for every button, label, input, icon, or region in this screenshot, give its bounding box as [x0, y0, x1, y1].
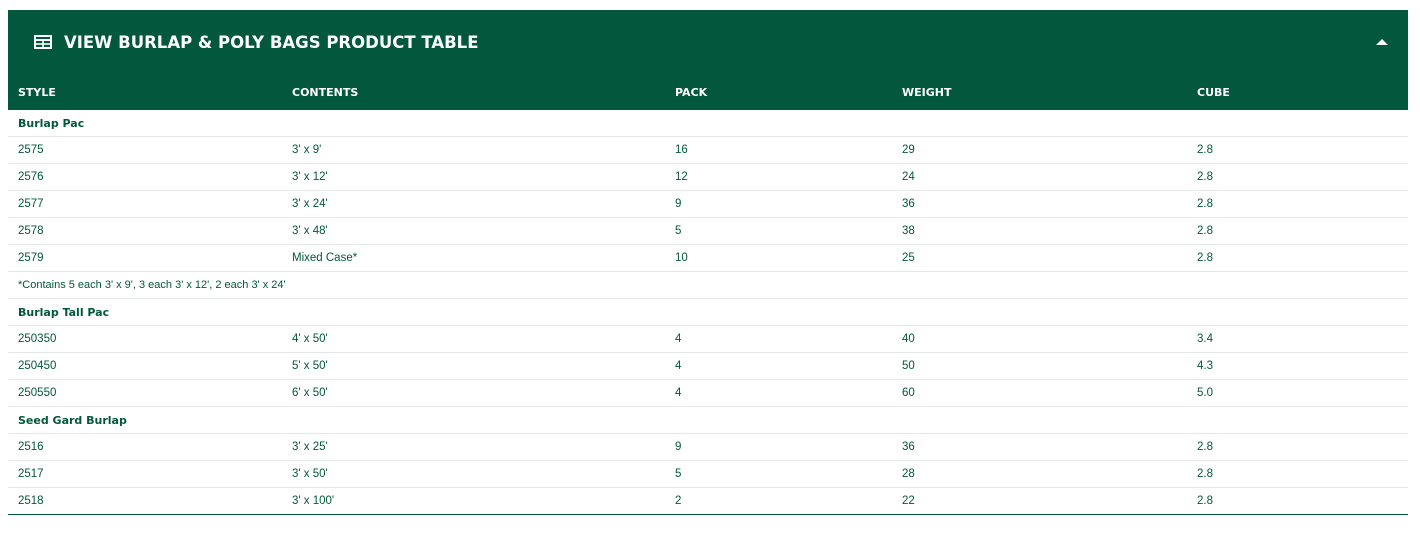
cell-weight: 25 [892, 244, 1187, 272]
cell-style: 250550 [8, 379, 282, 407]
cell-weight: 60 [892, 379, 1187, 407]
group-header-row: Burlap Pac [8, 110, 1408, 137]
cell-contents: 3' x 50' [282, 460, 665, 488]
cell-style: 2576 [8, 163, 282, 191]
cell-contents: Mixed Case* [282, 244, 665, 272]
column-header-cube: CUBE [1197, 85, 1230, 99]
table-row: 2517 3' x 50' 5 28 2.8 [8, 460, 1408, 488]
cell-contents: 3' x 100' [282, 487, 665, 515]
cell-weight: 28 [892, 460, 1187, 488]
footnote-row: *Contains 5 each 3' x 9', 3 each 3' x 12… [8, 271, 1408, 299]
cell-cube: 2.8 [1187, 487, 1408, 515]
table-row: 250350 4' x 50' 4 40 3.4 [8, 325, 1408, 353]
cell-style: 250450 [8, 352, 282, 380]
table-row: 250550 6' x 50' 4 60 5.0 [8, 379, 1408, 407]
group-name: Seed Gard Burlap [8, 406, 1408, 434]
table-header-row: STYLE CONTENTS PACK WEIGHT CUBE [8, 74, 1408, 110]
cell-cube: 5.0 [1187, 379, 1408, 407]
cell-pack: 9 [665, 190, 892, 218]
cell-style: 2517 [8, 460, 282, 488]
cell-pack: 16 [665, 136, 892, 164]
group-header-row: Seed Gard Burlap [8, 406, 1408, 434]
table-icon [34, 35, 52, 49]
cell-weight: 50 [892, 352, 1187, 380]
cell-pack: 4 [665, 352, 892, 380]
column-header-contents: CONTENTS [292, 85, 359, 99]
cell-contents: 3' x 25' [282, 433, 665, 461]
cell-cube: 2.8 [1187, 433, 1408, 461]
group-name: Burlap Tall Pac [8, 298, 1408, 326]
panel-title: VIEW BURLAP & POLY BAGS PRODUCT TABLE [64, 32, 479, 52]
cell-pack: 5 [665, 217, 892, 245]
cell-style: 250350 [8, 325, 282, 353]
table-row: 2516 3' x 25' 9 36 2.8 [8, 433, 1408, 461]
cell-contents: 4' x 50' [282, 325, 665, 353]
cell-weight: 22 [892, 487, 1187, 515]
cell-pack: 2 [665, 487, 892, 515]
cell-style: 2516 [8, 433, 282, 461]
cell-style: 2577 [8, 190, 282, 218]
cell-contents: 3' x 12' [282, 163, 665, 191]
cell-contents: 5' x 50' [282, 352, 665, 380]
product-table-toggle[interactable]: VIEW BURLAP & POLY BAGS PRODUCT TABLE [8, 10, 1408, 74]
cell-pack: 5 [665, 460, 892, 488]
table-row: 2578 3' x 48' 5 38 2.8 [8, 217, 1408, 245]
group-header-row: Burlap Tall Pac [8, 298, 1408, 326]
cell-pack: 4 [665, 379, 892, 407]
table-row: 250450 5' x 50' 4 50 4.3 [8, 352, 1408, 380]
cell-contents: 3' x 24' [282, 190, 665, 218]
cell-weight: 24 [892, 163, 1187, 191]
cell-weight: 40 [892, 325, 1187, 353]
cell-contents: 3' x 9' [282, 136, 665, 164]
cell-cube: 2.8 [1187, 460, 1408, 488]
cell-cube: 2.8 [1187, 136, 1408, 164]
cell-style: 2518 [8, 487, 282, 515]
cell-contents: 3' x 48' [282, 217, 665, 245]
column-header-weight: WEIGHT [902, 85, 952, 99]
cell-style: 2575 [8, 136, 282, 164]
cell-cube: 4.3 [1187, 352, 1408, 380]
table-row: 2577 3' x 24' 9 36 2.8 [8, 190, 1408, 218]
cell-pack: 10 [665, 244, 892, 272]
cell-cube: 3.4 [1187, 325, 1408, 353]
cell-weight: 36 [892, 190, 1187, 218]
table-row: 2576 3' x 12' 12 24 2.8 [8, 163, 1408, 191]
footnote-text: *Contains 5 each 3' x 9', 3 each 3' x 12… [8, 271, 1408, 299]
cell-cube: 2.8 [1187, 217, 1408, 245]
cell-pack: 4 [665, 325, 892, 353]
column-header-pack: PACK [675, 85, 708, 99]
cell-style: 2579 [8, 244, 282, 272]
column-header-style: STYLE [18, 85, 56, 99]
cell-weight: 29 [892, 136, 1187, 164]
table-row: 2518 3' x 100' 2 22 2.8 [8, 487, 1408, 515]
cell-style: 2578 [8, 217, 282, 245]
table-row: 2575 3' x 9' 16 29 2.8 [8, 136, 1408, 164]
cell-cube: 2.8 [1187, 190, 1408, 218]
caret-up-icon[interactable] [1374, 37, 1390, 47]
cell-pack: 12 [665, 163, 892, 191]
group-name: Burlap Pac [8, 110, 1408, 137]
table-row: 2579 Mixed Case* 10 25 2.8 [8, 244, 1408, 272]
product-table-panel: VIEW BURLAP & POLY BAGS PRODUCT TABLE ST… [8, 10, 1408, 515]
cell-pack: 9 [665, 433, 892, 461]
cell-contents: 6' x 50' [282, 379, 665, 407]
cell-weight: 36 [892, 433, 1187, 461]
cell-cube: 2.8 [1187, 244, 1408, 272]
cell-cube: 2.8 [1187, 163, 1408, 191]
product-table: STYLE CONTENTS PACK WEIGHT CUBE Burlap P… [8, 74, 1408, 515]
cell-weight: 38 [892, 217, 1187, 245]
